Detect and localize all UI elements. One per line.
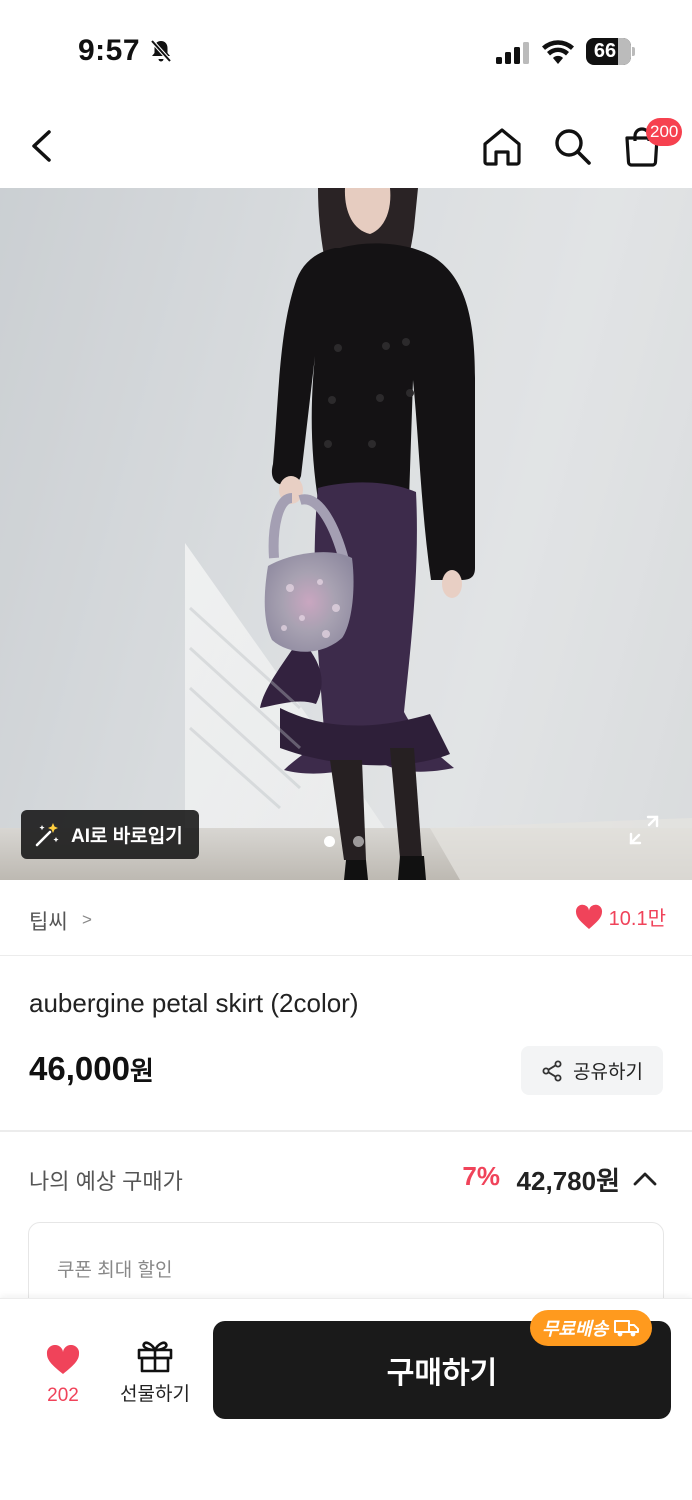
top-navigation: 200 xyxy=(0,100,692,188)
likes-count: 10.1만 xyxy=(608,908,666,930)
product-image-carousel[interactable]: AI로 바로입기 xyxy=(0,188,692,880)
status-bar: 9:57 66 xyxy=(0,0,692,100)
cellular-signal-icon xyxy=(496,42,529,64)
product-photo xyxy=(0,188,692,880)
heart-icon xyxy=(575,904,602,929)
search-icon[interactable] xyxy=(550,124,594,168)
coupon-max-discount-label: 쿠폰 최대 할인 xyxy=(57,1260,173,1281)
buy-label: 구매하기 xyxy=(386,1357,498,1390)
status-time: 9:57 xyxy=(78,34,141,67)
bell-muted-icon xyxy=(150,39,172,63)
free-shipping-badge: 무료배송 xyxy=(530,1310,653,1346)
share-icon xyxy=(542,1060,562,1081)
gift-button[interactable]: 선물하기 xyxy=(114,1339,196,1409)
estimated-price-label: 나의 예상 구매가 xyxy=(29,1169,183,1194)
price-unit: 원 xyxy=(129,1056,154,1086)
estimated-price-row[interactable]: 나의 예상 구매가 7% 42,780원 xyxy=(0,1132,692,1222)
product-price: 46,000원 xyxy=(29,1050,154,1088)
discount-rate: 7% xyxy=(462,1161,500,1191)
delivery-truck-icon xyxy=(614,1320,640,1337)
price-amount: 46,000 xyxy=(29,1050,130,1087)
brand-row: 팁씨 > 10.1만 xyxy=(0,880,692,956)
back-arrow-icon[interactable] xyxy=(22,124,62,168)
ai-try-on-button[interactable]: AI로 바로입기 xyxy=(21,810,199,859)
ai-try-on-label: AI로 바로입기 xyxy=(71,826,183,847)
brand-chevron-icon[interactable]: > xyxy=(82,910,92,930)
gift-label: 선물하기 xyxy=(120,1384,190,1405)
free-shipping-label: 무료배송 xyxy=(542,1319,609,1339)
battery-indicator: 66 xyxy=(586,38,636,65)
heart-filled-icon xyxy=(46,1345,80,1374)
likes-counter[interactable]: 10.1만 xyxy=(575,902,666,931)
share-label: 공유하기 xyxy=(573,1062,643,1083)
brand-name[interactable]: 팁씨 xyxy=(29,906,68,936)
wishlist-button[interactable]: 202 xyxy=(30,1339,96,1409)
pagination-dot[interactable] xyxy=(353,836,364,847)
battery-level: 66 xyxy=(593,40,617,62)
pagination-dot-active[interactable] xyxy=(324,836,335,847)
cart-count-badge: 200 xyxy=(646,118,683,146)
expand-fullscreen-icon[interactable] xyxy=(628,814,660,846)
estimated-price-value: 42,780원 xyxy=(516,1166,620,1196)
home-icon[interactable] xyxy=(480,124,524,168)
product-title: aubergine petal skirt (2color) xyxy=(29,988,359,1018)
chevron-up-icon[interactable] xyxy=(632,1168,658,1188)
wifi-icon xyxy=(542,40,574,64)
gift-icon xyxy=(137,1341,173,1373)
bottom-action-bar: 202 선물하기 구매하기 무료배송 xyxy=(0,1298,692,1500)
wishlist-count: 202 xyxy=(47,1385,79,1406)
magic-wand-icon xyxy=(35,822,59,846)
share-button[interactable]: 공유하기 xyxy=(521,1046,663,1095)
carousel-pagination xyxy=(324,836,364,847)
